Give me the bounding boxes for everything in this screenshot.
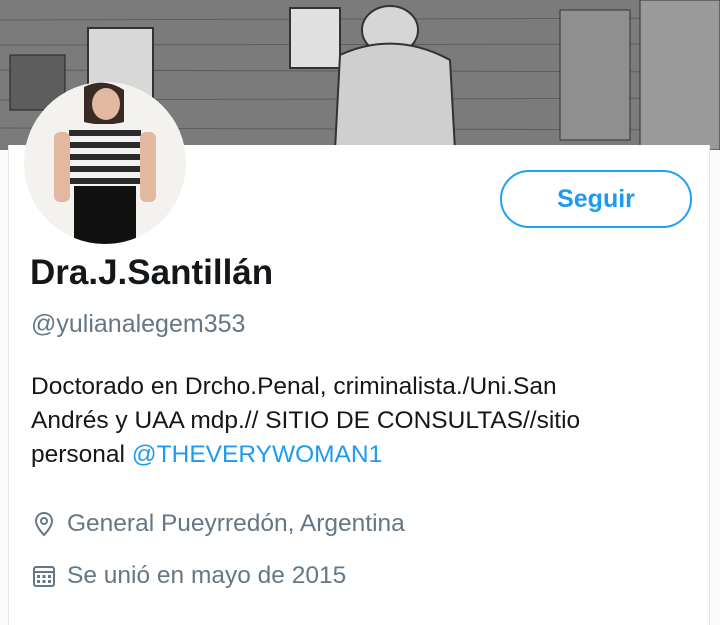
follow-button[interactable]: Seguir xyxy=(500,170,692,228)
profile-name: Dra.J.Santillán xyxy=(30,253,274,292)
profile-avatar[interactable] xyxy=(24,82,186,244)
location-pin-icon xyxy=(31,511,57,537)
bio-line-1: Doctorado en Drcho.Penal, criminalista./… xyxy=(31,373,557,400)
bio-line-2: Andrés y UAA mdp.// SITIO DE CONSULTAS//… xyxy=(31,407,581,434)
profile-location: General Pueyrredón, Argentina xyxy=(31,510,405,538)
profile-handle[interactable]: @yulianalegem353 xyxy=(31,310,245,339)
bio-line-3-text: personal xyxy=(31,441,132,468)
profile-join-date: Se unió en mayo de 2015 xyxy=(31,562,346,590)
calendar-icon xyxy=(31,563,57,589)
profile-bio: Doctorado en Drcho.Penal, criminalista./… xyxy=(31,370,711,472)
joined-text: Se unió en mayo de 2015 xyxy=(67,562,347,589)
location-text: General Pueyrredón, Argentina xyxy=(67,510,405,537)
bio-mention-link[interactable]: @THEVERYWOMAN1 xyxy=(132,441,382,468)
